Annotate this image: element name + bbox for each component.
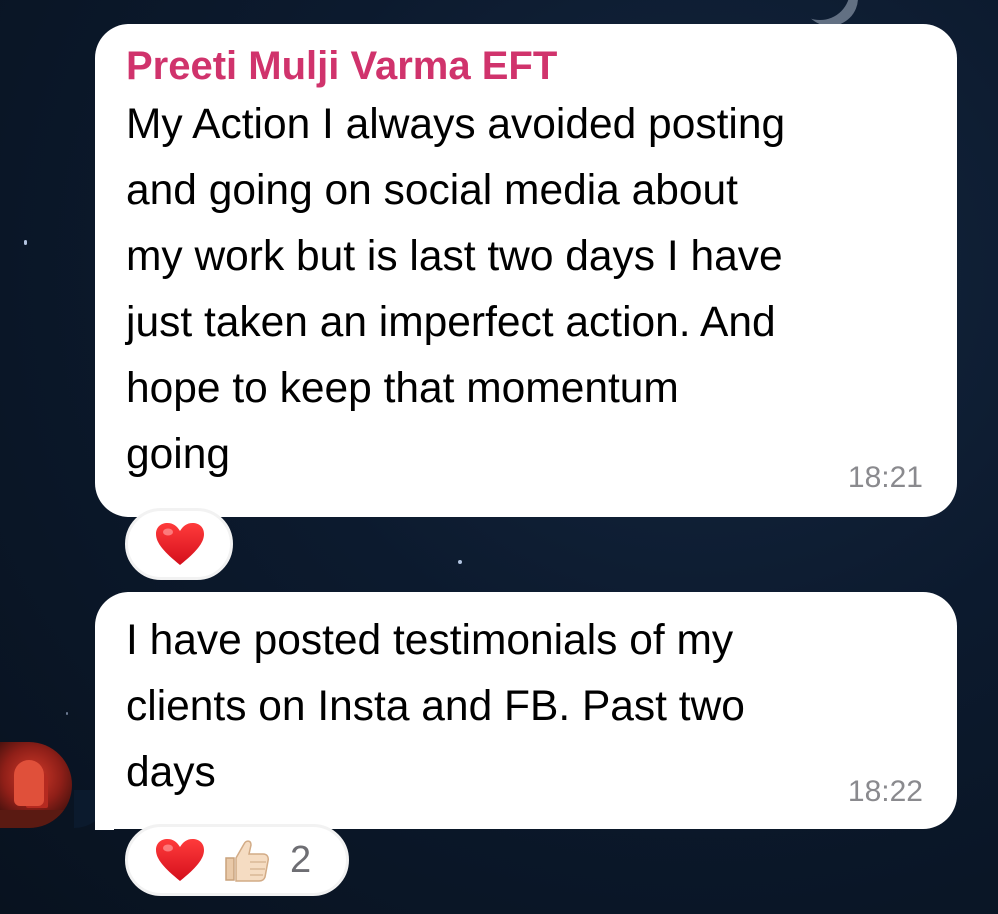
- reaction-count: 2: [290, 838, 312, 881]
- reaction-heart-chip[interactable]: [125, 508, 233, 580]
- sender-name[interactable]: Preeti Mulji Varma EFT: [126, 44, 923, 88]
- reactions-chip[interactable]: 2: [125, 824, 349, 896]
- sender-avatar[interactable]: [0, 742, 72, 828]
- message-text: I have posted testimonials of my clients…: [126, 617, 745, 796]
- red-heart-icon: [156, 523, 204, 565]
- message-bubble[interactable]: Preeti Mulji Varma EFT My Action I alway…: [95, 24, 957, 517]
- message-text: My Action I always avoided posting and g…: [126, 101, 786, 478]
- message-bubble[interactable]: I have posted testimonials of my clients…: [95, 592, 957, 829]
- moon-decoration: [790, 0, 850, 20]
- red-heart-icon: [156, 839, 204, 881]
- message-timestamp: 18:22: [847, 775, 923, 808]
- message-timestamp: 18:21: [847, 461, 923, 494]
- thumbs-up-icon: [225, 840, 269, 882]
